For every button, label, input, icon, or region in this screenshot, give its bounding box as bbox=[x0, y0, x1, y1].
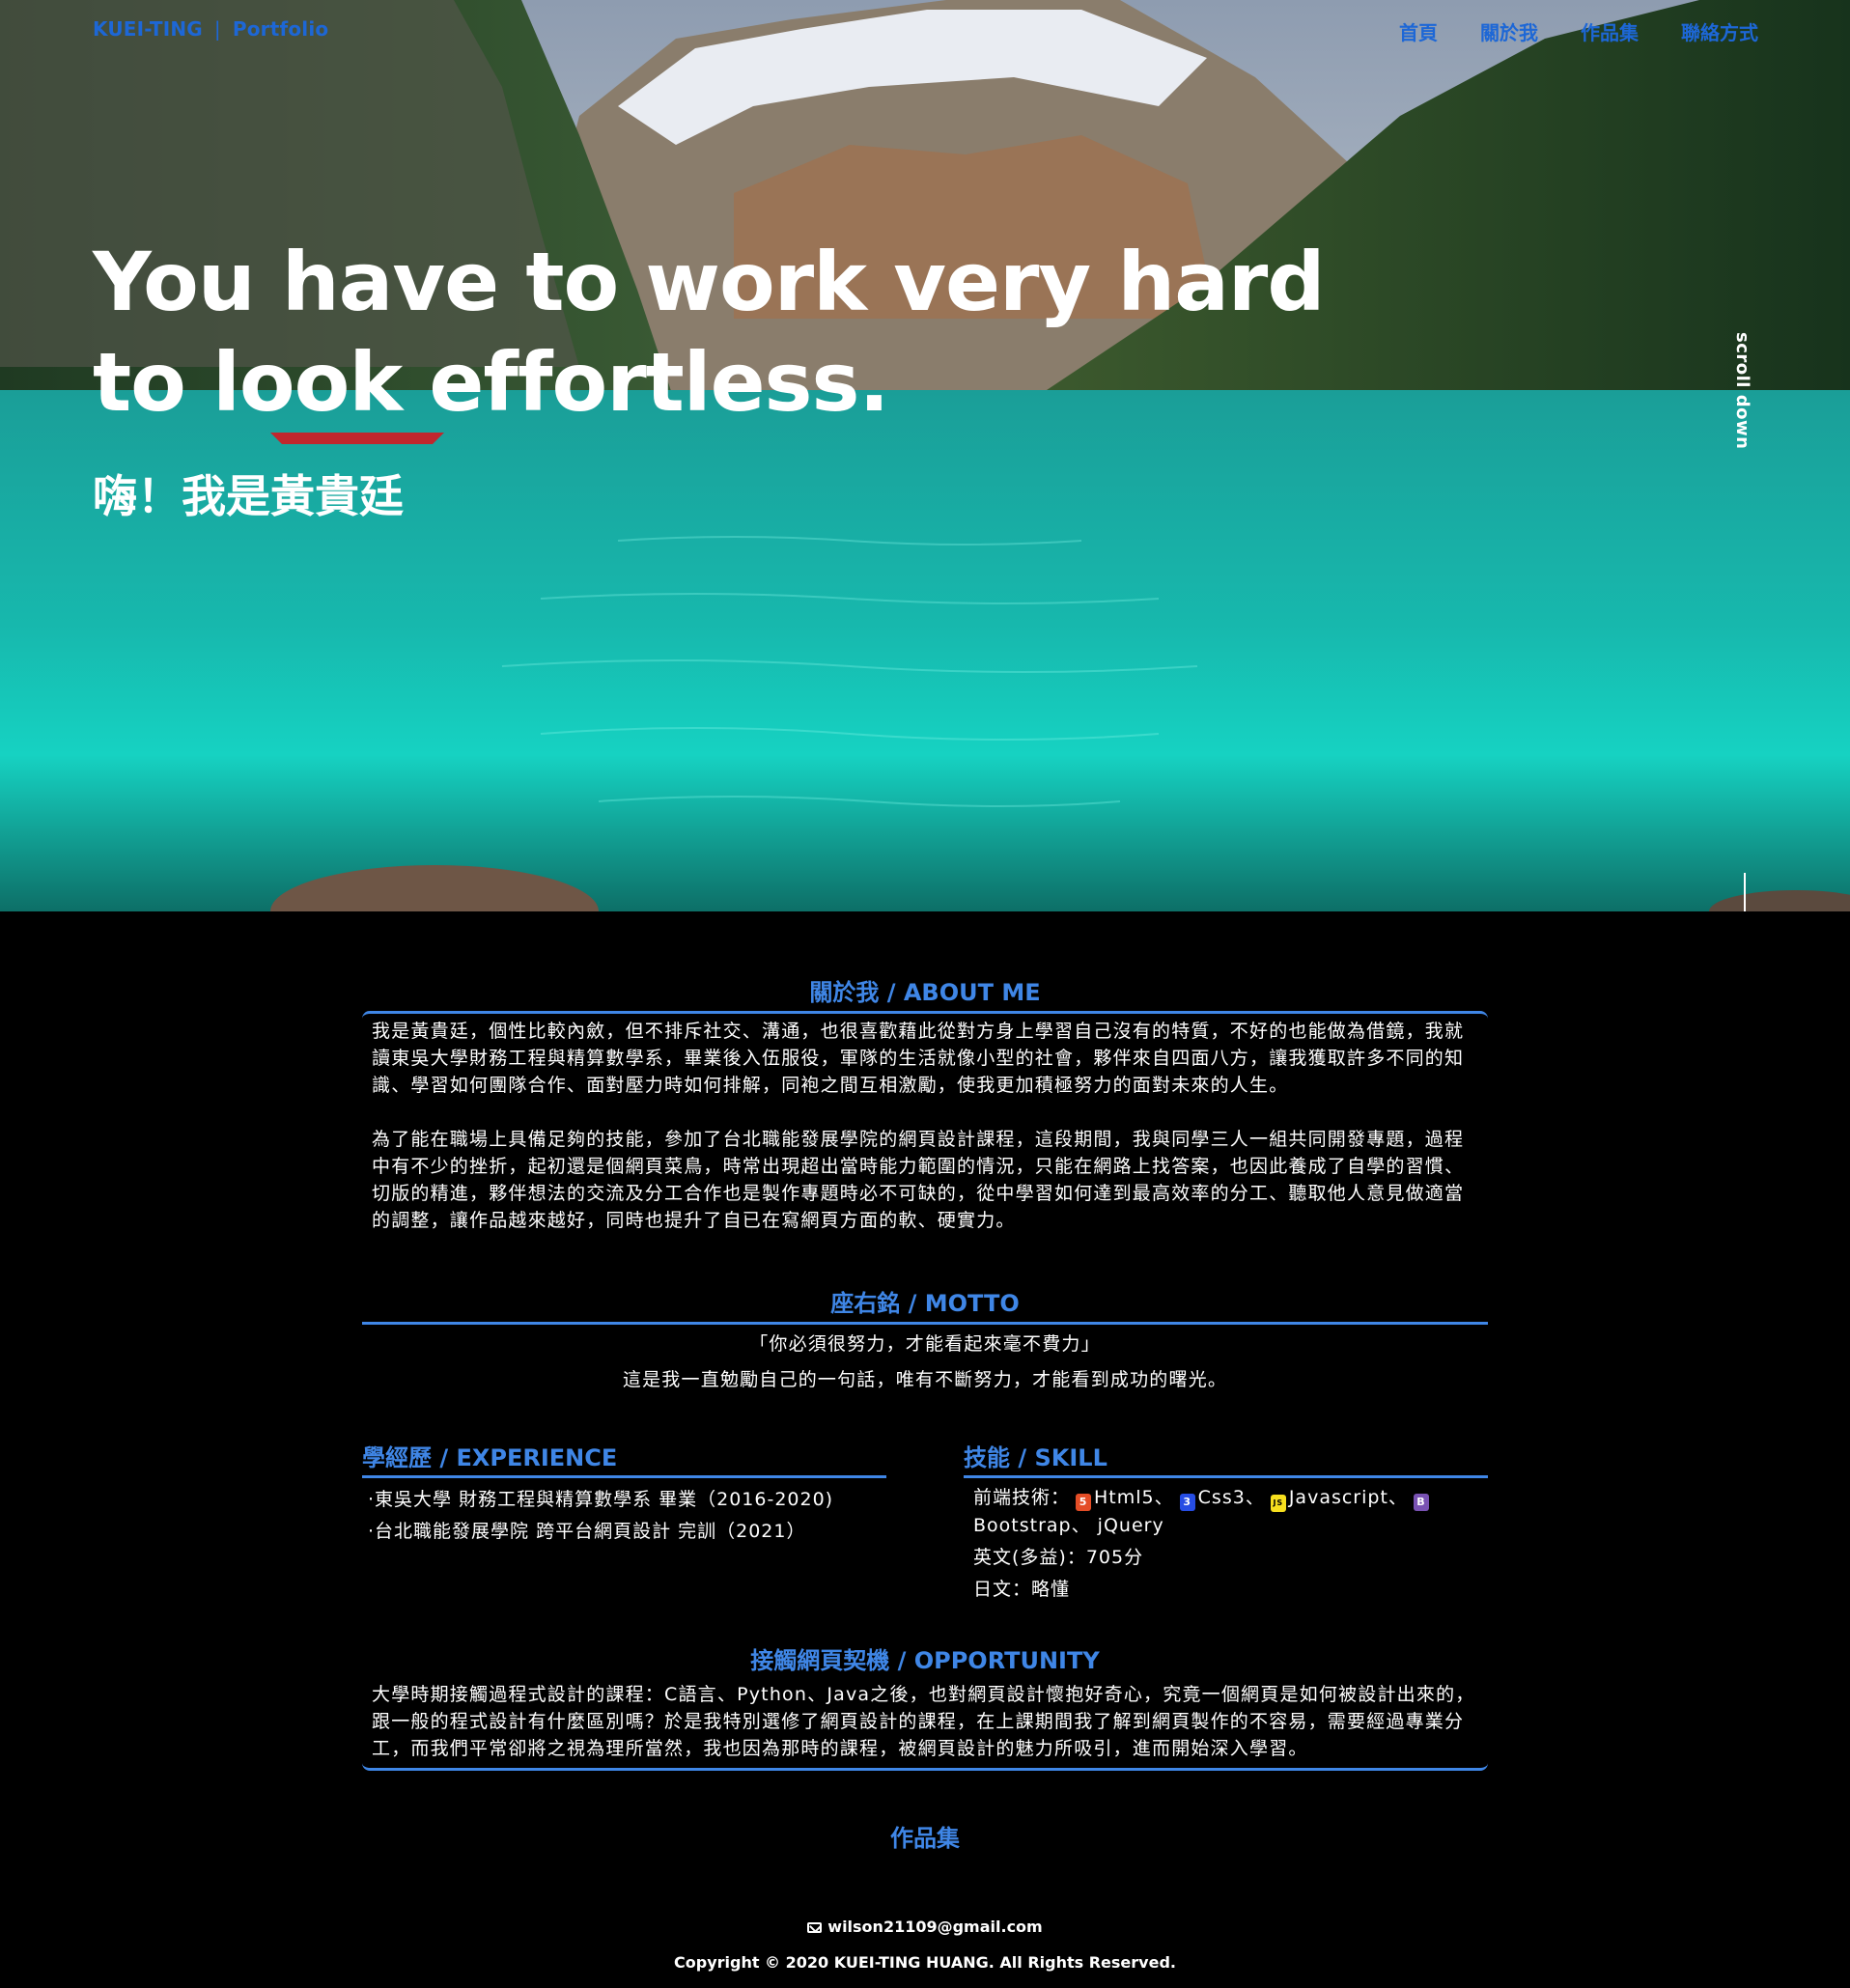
scroll-down-link[interactable]: scroll down bbox=[1732, 332, 1752, 449]
skill-list: 前端技術： 5 Html5、 3 Css3、 JS Javascript、 B Bootstra… bbox=[964, 1484, 1488, 1603]
works-title: 作品集 bbox=[890, 1825, 960, 1852]
skill-bootstrap: Bootstrap bbox=[973, 1515, 1072, 1536]
works-section: 作品集 bbox=[0, 1819, 1850, 1853]
scroll-indicator-line bbox=[1744, 873, 1746, 911]
bootstrap-icon: B bbox=[1413, 1494, 1429, 1511]
footer-copyright: Copyright © 2020 KUEI-TING HUANG. All Ri… bbox=[674, 1953, 1176, 1972]
skill-html: Html5 bbox=[1094, 1487, 1155, 1508]
skill-js: Javascript bbox=[1288, 1487, 1388, 1508]
skill-frontend-label: 前端技術： bbox=[973, 1487, 1071, 1508]
skill-frontend: 前端技術： 5 Html5、 3 Css3、 JS Javascript、 B Bootstra… bbox=[964, 1484, 1488, 1539]
about-section: 關於我 / ABOUT ME 我是黃貴廷，個性比較內斂，但不排斥社交、溝通，也很… bbox=[362, 973, 1488, 1234]
skill-english: 英文(多益)：705分 bbox=[973, 1547, 1144, 1568]
javascript-icon: JS bbox=[1270, 1495, 1286, 1512]
about-paragraph-2: 為了能在職場上具備足夠的技能，參加了台北職能發展學院的網頁設計課程，這段期間，我… bbox=[372, 1129, 1465, 1231]
experience-item: ‧台北職能發展學院 跨平台網頁設計 完訓（2021） bbox=[368, 1521, 806, 1542]
css3-icon: 3 bbox=[1179, 1494, 1195, 1511]
footer-email-text: wilson21109@gmail.com bbox=[827, 1918, 1043, 1936]
hero-background-image bbox=[0, 0, 1850, 911]
skill-section: 技能 / SKILL 前端技術： 5 Html5、 3 Css3、 JS Javascrip… bbox=[964, 1439, 1488, 1608]
nav-item-home[interactable]: 首頁 bbox=[1399, 17, 1438, 45]
brand-logo[interactable]: KUEI-TING | Portfolio bbox=[93, 17, 328, 41]
about-title: 關於我 / ABOUT ME bbox=[809, 979, 1041, 1006]
motto-quote: 「你必須很努力，才能看起來毫不費力」 bbox=[749, 1333, 1101, 1355]
nav-item-portfolio[interactable]: 作品集 bbox=[1581, 17, 1639, 45]
skill-css: Css3 bbox=[1197, 1487, 1246, 1508]
experience-list: ‧東吳大學 財務工程與精算數學系 畢業（2016-2020) ‧台北職能發展學院… bbox=[362, 1484, 886, 1548]
experience-title: 學經歷 / EXPERIENCE bbox=[362, 1439, 886, 1478]
opportunity-divider: 大學時期接觸過程式設計的課程：C語言、Python、Java之後，也對網頁設計懷… bbox=[362, 1681, 1488, 1771]
about-divider: 我是黃貴廷，個性比較內斂，但不排斥社交、溝通，也很喜歡藉此從對方身上學習自己沒有… bbox=[362, 1011, 1488, 1234]
envelope-icon bbox=[807, 1922, 823, 1933]
footer-email[interactable]: wilson21109@gmail.com bbox=[0, 1918, 1850, 1936]
brand-name: KUEI-TING bbox=[93, 17, 203, 41]
skill-title: 技能 / SKILL bbox=[964, 1439, 1488, 1478]
nav-item-about[interactable]: 關於我 bbox=[1480, 17, 1538, 45]
skill-japanese: 日文：略懂 bbox=[973, 1579, 1071, 1600]
nav-item-contact[interactable]: 聯絡方式 bbox=[1681, 17, 1758, 45]
skill-separator: 、 bbox=[1154, 1487, 1174, 1508]
motto-title: 座右銘 / MOTTO bbox=[830, 1290, 1020, 1317]
skill-jquery: jQuery bbox=[1097, 1515, 1164, 1536]
skill-separator: 、 bbox=[1245, 1487, 1265, 1508]
skill-separator: 、 bbox=[1388, 1487, 1408, 1508]
opportunity-section: 接觸網頁契機 / OPPORTUNITY 大學時期接觸過程式設計的課程：C語言、… bbox=[362, 1641, 1488, 1771]
motto-section: 座右銘 / MOTTO 「你必須很努力，才能看起來毫不費力」 這是我一直勉勵自己… bbox=[362, 1284, 1488, 1396]
skill-separator: 、 bbox=[1071, 1515, 1091, 1536]
brand-suffix: Portfolio bbox=[232, 17, 329, 41]
opportunity-title: 接觸網頁契機 / OPPORTUNITY bbox=[750, 1647, 1100, 1674]
brand-separator: | bbox=[213, 17, 221, 41]
experience-section: 學經歷 / EXPERIENCE ‧東吳大學 財務工程與精算數學系 畢業（201… bbox=[362, 1439, 886, 1548]
top-nav: 首頁 關於我 作品集 聯絡方式 bbox=[1399, 17, 1758, 45]
experience-item: ‧東吳大學 財務工程與精算數學系 畢業（2016-2020) bbox=[368, 1489, 834, 1510]
html5-icon: 5 bbox=[1076, 1494, 1092, 1511]
hero-section: KUEI-TING | Portfolio 首頁 關於我 作品集 聯絡方式 You … bbox=[0, 0, 1850, 911]
main-content: 關於我 / ABOUT ME 我是黃貴廷，個性比較內斂，但不排斥社交、溝通，也很… bbox=[0, 911, 1850, 1988]
hero-greeting: 嗨！我是黃貴廷 bbox=[93, 470, 404, 522]
opportunity-text: 大學時期接觸過程式設計的課程：C語言、Python、Java之後，也對網頁設計懷… bbox=[372, 1684, 1475, 1759]
hero-headline: You have to work very hard to look effor… bbox=[93, 235, 1325, 430]
motto-divider bbox=[362, 1322, 1488, 1325]
motto-note: 這是我一直勉勵自己的一句話，唯有不斷努力，才能看到成功的曙光。 bbox=[622, 1369, 1228, 1390]
about-paragraph-1: 我是黃貴廷，個性比較內斂，但不排斥社交、溝通，也很喜歡藉此從對方身上學習自己沒有… bbox=[372, 1021, 1465, 1096]
